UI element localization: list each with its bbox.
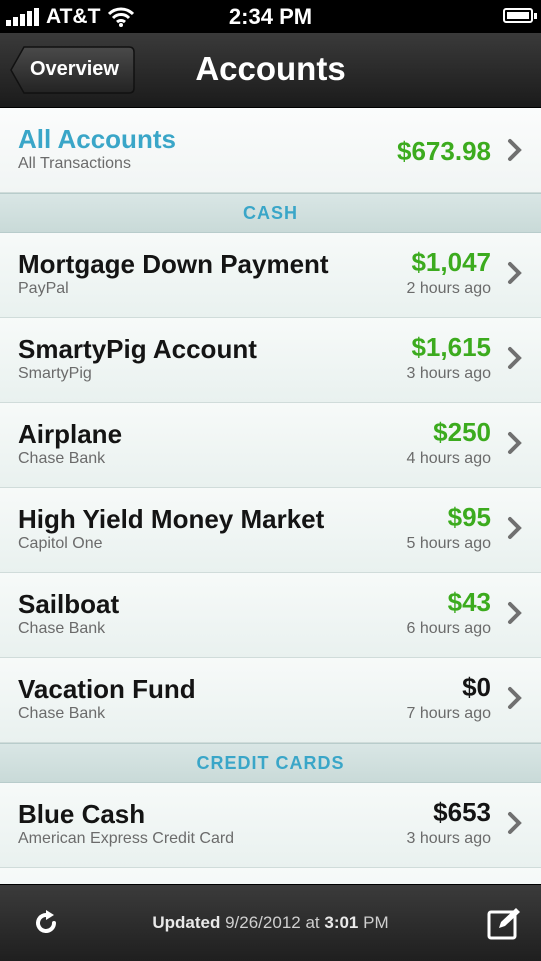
account-name: Airplane bbox=[18, 419, 123, 449]
chevron-right-icon bbox=[508, 602, 522, 624]
account-row[interactable]: Vacation Fund Chase Bank $0 7 hours ago bbox=[0, 658, 541, 743]
battery-icon bbox=[503, 8, 537, 23]
account-institution: Chase Bank bbox=[18, 450, 106, 467]
account-name: High Yield Money Market bbox=[18, 504, 325, 534]
all-accounts-label: All Accounts bbox=[18, 124, 176, 154]
nav-bar: Overview Accounts bbox=[0, 33, 541, 108]
all-accounts-subtitle: All Transactions bbox=[18, 155, 131, 172]
account-updated: 6 hours ago bbox=[406, 620, 491, 637]
account-name: Blue Cash bbox=[18, 799, 146, 829]
account-row[interactable]: Mortgage Down Payment PayPal $1,047 2 ho… bbox=[0, 233, 541, 318]
chevron-right-icon bbox=[508, 517, 522, 539]
account-updated: 2 hours ago bbox=[406, 280, 491, 297]
bottom-toolbar: Updated 9/26/2012 at 3:01 PM bbox=[0, 884, 541, 961]
chevron-right-icon bbox=[508, 687, 522, 709]
account-updated: 3 hours ago bbox=[406, 830, 491, 847]
account-row[interactable]: Blue Cash American Express Credit Card $… bbox=[0, 783, 541, 868]
account-institution: SmartyPig bbox=[18, 365, 92, 382]
account-institution: Capitol One bbox=[18, 535, 103, 552]
account-row[interactable]: SmartyPig Account SmartyPig $1,615 3 hou… bbox=[0, 318, 541, 403]
account-row[interactable]: Airplane Chase Bank $250 4 hours ago bbox=[0, 403, 541, 488]
status-bar: AT&T 2:34 PM bbox=[0, 0, 541, 33]
last-updated-text: Updated 9/26/2012 at 3:01 PM bbox=[0, 913, 541, 933]
account-updated: 5 hours ago bbox=[406, 535, 491, 552]
account-row[interactable]: High Yield Money Market Capitol One $95 … bbox=[0, 488, 541, 573]
account-balance: $250 bbox=[433, 417, 491, 447]
account-institution: PayPal bbox=[18, 280, 69, 297]
chevron-right-icon bbox=[508, 139, 522, 161]
account-row[interactable]: Sailboat Chase Bank $43 6 hours ago bbox=[0, 573, 541, 658]
account-updated: 7 hours ago bbox=[406, 705, 491, 722]
chevron-right-icon bbox=[508, 347, 522, 369]
account-balance: $0 bbox=[462, 672, 491, 702]
all-accounts-row[interactable]: All Accounts All Transactions $673.98 bbox=[0, 108, 541, 193]
updated-time: 3:01 bbox=[324, 913, 359, 932]
account-balance: $43 bbox=[447, 587, 491, 617]
updated-label: Updated bbox=[152, 913, 221, 932]
chevron-right-icon bbox=[508, 812, 522, 834]
section-header-credit-cards: CREDIT CARDS bbox=[0, 743, 541, 783]
account-balance: $1,047 bbox=[411, 247, 491, 277]
all-accounts-amount: $673.98 bbox=[397, 136, 491, 166]
account-institution: American Express Credit Card bbox=[18, 830, 235, 847]
account-balance: $653 bbox=[433, 797, 491, 827]
page-title: Accounts bbox=[195, 50, 346, 87]
account-updated: 3 hours ago bbox=[406, 365, 491, 382]
accounts-list: All Accounts All Transactions $673.98 CA… bbox=[0, 108, 541, 953]
chevron-right-icon bbox=[508, 432, 522, 454]
account-name: Vacation Fund bbox=[18, 674, 196, 704]
status-time: 2:34 PM bbox=[228, 4, 313, 29]
updated-date: 9/26/2012 at bbox=[225, 913, 320, 932]
chevron-right-icon bbox=[508, 262, 522, 284]
account-institution: Chase Bank bbox=[18, 620, 106, 637]
account-balance: $95 bbox=[447, 502, 491, 532]
account-institution: Chase Bank bbox=[18, 705, 106, 722]
updated-ampm: PM bbox=[363, 913, 389, 932]
account-balance: $1,615 bbox=[411, 332, 491, 362]
compose-icon[interactable] bbox=[487, 906, 521, 940]
account-name: Sailboat bbox=[18, 589, 120, 619]
section-header-cash: CASH bbox=[0, 193, 541, 233]
account-name: Mortgage Down Payment bbox=[18, 249, 329, 279]
account-updated: 4 hours ago bbox=[406, 450, 491, 467]
account-name: SmartyPig Account bbox=[18, 334, 257, 364]
